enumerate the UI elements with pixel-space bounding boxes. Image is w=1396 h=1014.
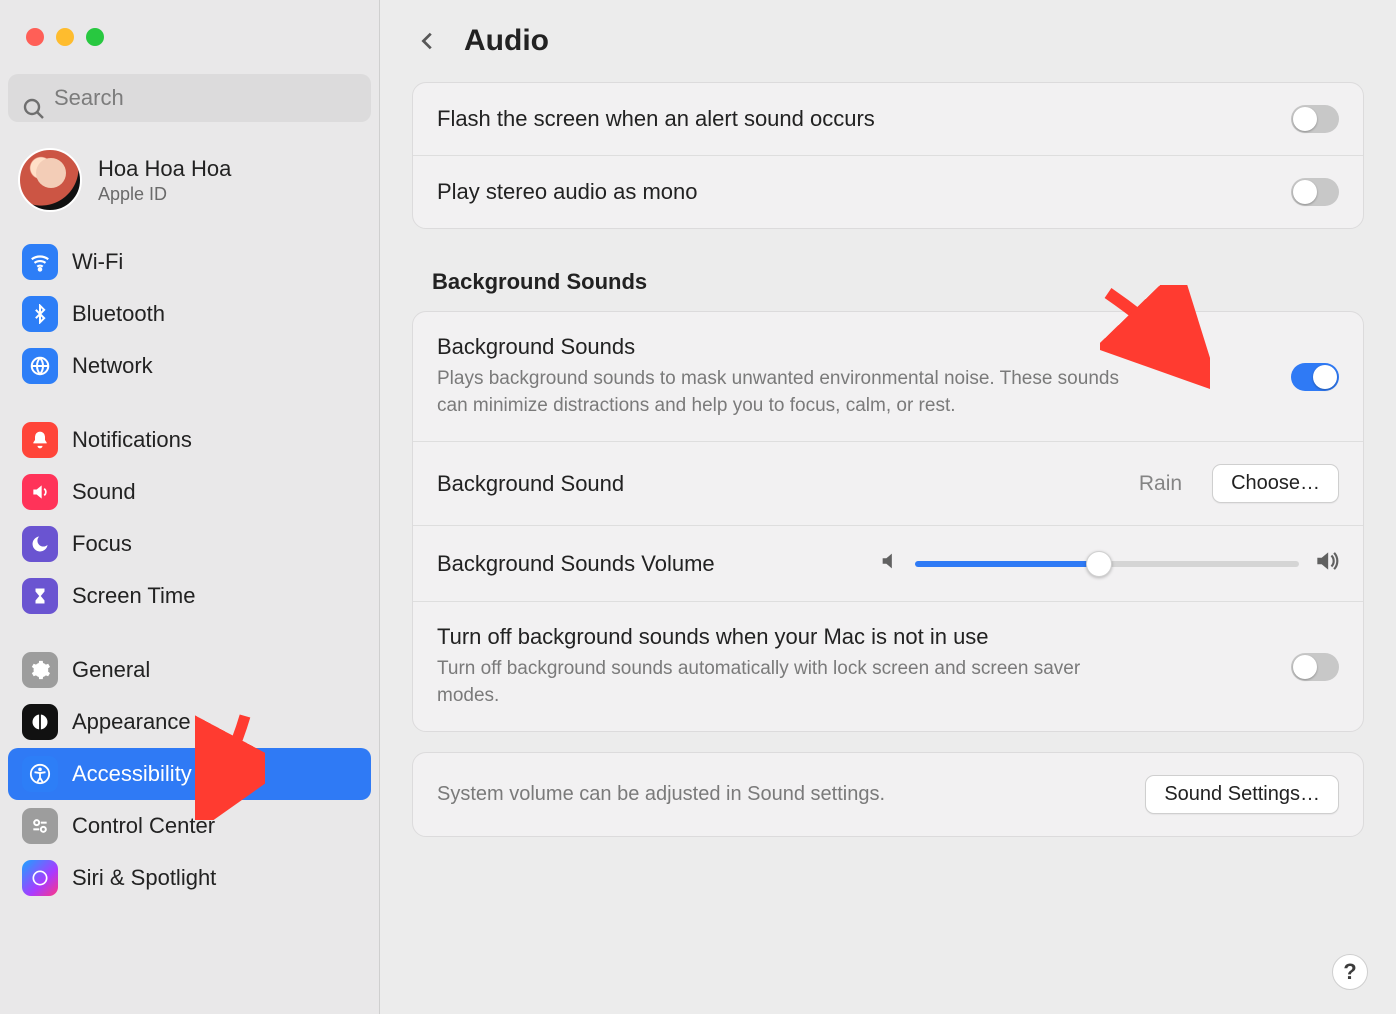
account-name: Hoa Hoa Hoa <box>98 156 231 182</box>
settings-window: Hoa Hoa Hoa Apple ID Wi-Fi Bluetooth <box>0 0 1396 1014</box>
appearance-icon <box>22 704 58 740</box>
minimize-window-button[interactable] <box>56 28 74 46</box>
row-label: Turn off background sounds when your Mac… <box>437 624 1271 709</box>
background-sounds-panel: Background Sounds Plays background sound… <box>412 311 1364 732</box>
sidebar-item-screen-time[interactable]: Screen Time <box>8 570 371 622</box>
sidebar-item-focus[interactable]: Focus <box>8 518 371 570</box>
sidebar-item-label: Wi-Fi <box>72 249 123 275</box>
volume-high-icon <box>1313 548 1339 579</box>
bg-sounds-enable-desc: Plays background sounds to mask unwanted… <box>437 366 1137 419</box>
siri-icon <box>22 860 58 896</box>
sidebar-item-label: Notifications <box>72 427 192 453</box>
sidebar-item-label: Network <box>72 353 153 379</box>
background-sounds-section-title: Background Sounds <box>432 269 1364 295</box>
search-input[interactable] <box>8 74 371 122</box>
sidebar-item-label: Siri & Spotlight <box>72 865 216 891</box>
mono-audio-toggle[interactable] <box>1291 178 1339 206</box>
row-bg-volume: Background Sounds Volume <box>413 526 1363 602</box>
sound-settings-hint: System volume can be adjusted in Sound s… <box>437 783 1125 806</box>
sidebar-item-label: Control Center <box>72 813 215 839</box>
bg-turnoff-toggle[interactable] <box>1291 653 1339 681</box>
sidebar-item-label: Sound <box>72 479 136 505</box>
sidebar-item-accessibility[interactable]: Accessibility <box>8 748 371 800</box>
accessibility-icon <box>22 756 58 792</box>
bg-sound-choose-button[interactable]: Choose… <box>1212 464 1339 503</box>
bell-icon <box>22 422 58 458</box>
row-sound-settings: System volume can be adjusted in Sound s… <box>413 753 1363 836</box>
row-flash-screen: Flash the screen when an alert sound occ… <box>413 83 1363 156</box>
sidebar-item-siri-spotlight[interactable]: Siri & Spotlight <box>8 852 371 904</box>
account-sub: Apple ID <box>98 184 231 205</box>
sidebar-item-label: Screen Time <box>72 583 196 609</box>
row-label: Flash the screen when an alert sound occ… <box>437 106 1271 132</box>
sidebar-item-network[interactable]: Network <box>8 340 371 392</box>
row-label: Background Sounds Plays background sound… <box>437 334 1271 419</box>
bluetooth-icon <box>22 296 58 332</box>
sidebar-item-bluetooth[interactable]: Bluetooth <box>8 288 371 340</box>
back-button[interactable] <box>412 25 444 57</box>
sidebar: Hoa Hoa Hoa Apple ID Wi-Fi Bluetooth <box>0 0 380 1014</box>
bg-turnoff-label: Turn off background sounds when your Mac… <box>437 624 1271 650</box>
slider-thumb[interactable] <box>1086 551 1112 577</box>
gear-icon <box>22 652 58 688</box>
sidebar-item-wifi[interactable]: Wi-Fi <box>8 236 371 288</box>
account-row[interactable]: Hoa Hoa Hoa Apple ID <box>0 130 379 230</box>
bg-sounds-enable-toggle[interactable] <box>1291 363 1339 391</box>
speaker-icon <box>22 474 58 510</box>
row-bg-turnoff: Turn off background sounds when your Mac… <box>413 602 1363 731</box>
row-bg-sounds-enable: Background Sounds Plays background sound… <box>413 312 1363 442</box>
close-window-button[interactable] <box>26 28 44 46</box>
main-content: Audio Flash the screen when an alert sou… <box>380 0 1396 1014</box>
mono-audio-label: Play stereo audio as mono <box>437 179 1271 205</box>
sidebar-item-label: Appearance <box>72 709 191 735</box>
flash-screen-toggle[interactable] <box>1291 105 1339 133</box>
row-label: Play stereo audio as mono <box>437 179 1271 205</box>
search-wrap <box>8 74 371 122</box>
control-center-icon <box>22 808 58 844</box>
bg-sound-value: Rain <box>1139 472 1182 496</box>
bg-turnoff-desc: Turn off background sounds automatically… <box>437 656 1137 709</box>
zoom-window-button[interactable] <box>86 28 104 46</box>
sound-settings-panel: System volume can be adjusted in Sound s… <box>412 752 1364 837</box>
help-button[interactable]: ? <box>1332 954 1368 990</box>
page-title: Audio <box>464 24 549 58</box>
globe-icon <box>22 348 58 384</box>
bg-sounds-enable-label: Background Sounds <box>437 334 1271 360</box>
bg-volume-slider[interactable] <box>915 561 1299 567</box>
audio-alert-panel: Flash the screen when an alert sound occ… <box>412 82 1364 229</box>
bg-volume-slider-wrap <box>879 548 1339 579</box>
sidebar-item-label: Accessibility <box>72 761 192 787</box>
volume-low-icon <box>879 550 901 577</box>
flash-screen-label: Flash the screen when an alert sound occ… <box>437 106 1271 132</box>
row-bg-sound: Background Sound Rain Choose… <box>413 442 1363 526</box>
window-controls <box>0 0 379 64</box>
bg-sound-label: Background Sound <box>437 471 1119 497</box>
moon-icon <box>22 526 58 562</box>
header: Audio <box>412 0 1364 82</box>
row-label: Background Sound <box>437 471 1119 497</box>
sidebar-item-control-center[interactable]: Control Center <box>8 800 371 852</box>
sound-settings-button[interactable]: Sound Settings… <box>1145 775 1339 814</box>
sidebar-item-notifications[interactable]: Notifications <box>8 414 371 466</box>
avatar <box>18 148 82 212</box>
bg-volume-label: Background Sounds Volume <box>437 551 715 577</box>
sidebar-item-general[interactable]: General <box>8 644 371 696</box>
sidebar-item-sound[interactable]: Sound <box>8 466 371 518</box>
row-mono-audio: Play stereo audio as mono <box>413 156 1363 228</box>
sidebar-item-label: Bluetooth <box>72 301 165 327</box>
sidebar-item-label: General <box>72 657 150 683</box>
account-text: Hoa Hoa Hoa Apple ID <box>98 156 231 205</box>
hourglass-icon <box>22 578 58 614</box>
sidebar-item-appearance[interactable]: Appearance <box>8 696 371 748</box>
sidebar-item-label: Focus <box>72 531 132 557</box>
sidebar-list: Wi-Fi Bluetooth Network Notifications <box>0 230 379 914</box>
wifi-icon <box>22 244 58 280</box>
